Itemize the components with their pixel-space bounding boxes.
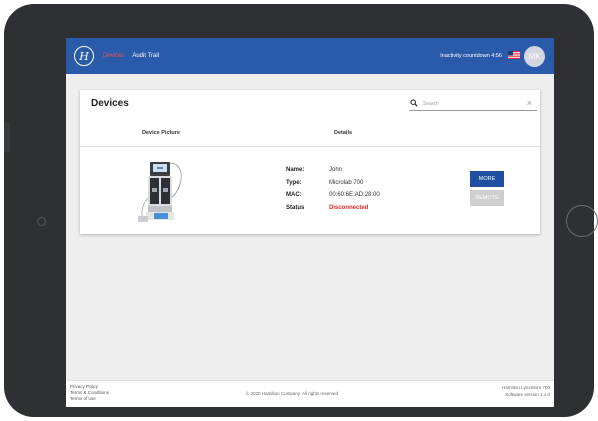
search-input[interactable] bbox=[423, 98, 513, 109]
app-screen: H Devices Audit Trail Inactivity countdo… bbox=[66, 38, 554, 407]
user-avatar[interactable]: MK bbox=[524, 46, 545, 67]
device-details: Name: John Type: Microlab 700 MAC: 00:60… bbox=[286, 164, 380, 214]
search-icon bbox=[410, 99, 418, 107]
detail-label: MAC: bbox=[286, 192, 302, 199]
device-picture-image bbox=[138, 162, 182, 223]
remote-button[interactable]: REMOTE bbox=[470, 190, 504, 206]
detail-row-mac: MAC: 00:60:6E:AD:28:00 bbox=[286, 189, 380, 202]
product-info: Hamilton LynxStore 700 Software version … bbox=[502, 385, 550, 398]
detail-row-status: Status Disconnected bbox=[286, 202, 380, 215]
nav-audit-trail[interactable]: Audit Trail bbox=[132, 53, 159, 59]
detail-label: Status bbox=[286, 204, 305, 211]
software-version: Software version 1.1.0 bbox=[505, 391, 550, 397]
footer: Privacy Policy Terms & Conditions Terms … bbox=[66, 380, 554, 407]
detail-row-type: Type: Microlab 700 bbox=[286, 177, 380, 190]
column-header-device-picture: Device Picture bbox=[142, 130, 180, 136]
detail-row-name: Name: John bbox=[286, 164, 380, 177]
tablet-side-button bbox=[4, 122, 10, 152]
devices-card: Devices × Device Picture Details bbox=[80, 90, 540, 234]
device-mac-value: 00:60:6E:AD:28:00 bbox=[329, 192, 380, 199]
tablet-home-button[interactable] bbox=[566, 205, 598, 237]
search-box: × bbox=[409, 98, 537, 111]
tablet-camera bbox=[37, 217, 46, 226]
product-name: Hamilton LynxStore 700 bbox=[502, 385, 550, 390]
footer-links: Privacy Policy Terms & Conditions Terms … bbox=[70, 384, 109, 402]
page-title: Devices bbox=[91, 98, 129, 109]
detail-label: Name: bbox=[286, 167, 305, 174]
us-flag-icon[interactable] bbox=[508, 51, 520, 59]
copyright-text: © 2020 Hamilton Company. All rights rese… bbox=[246, 391, 339, 396]
header-divider bbox=[80, 146, 540, 147]
device-type-value: Microlab 700 bbox=[329, 179, 364, 186]
tablet-frame: H Devices Audit Trail Inactivity countdo… bbox=[4, 4, 598, 417]
status-badge: Disconnected bbox=[329, 204, 369, 211]
column-header-details: Details bbox=[334, 130, 353, 136]
clear-search-icon[interactable]: × bbox=[527, 98, 532, 109]
hamilton-logo[interactable]: H bbox=[74, 46, 94, 66]
inactivity-countdown: Inactivity countdown 4:56 bbox=[440, 53, 502, 59]
nav-devices[interactable]: Devices bbox=[103, 53, 124, 59]
device-name-value: John bbox=[329, 167, 343, 174]
terms-of-use-link[interactable]: Terms of use bbox=[70, 396, 109, 402]
top-bar: H Devices Audit Trail Inactivity countdo… bbox=[66, 38, 554, 74]
detail-label: Type: bbox=[286, 179, 302, 186]
more-button[interactable]: MORE bbox=[470, 171, 504, 187]
